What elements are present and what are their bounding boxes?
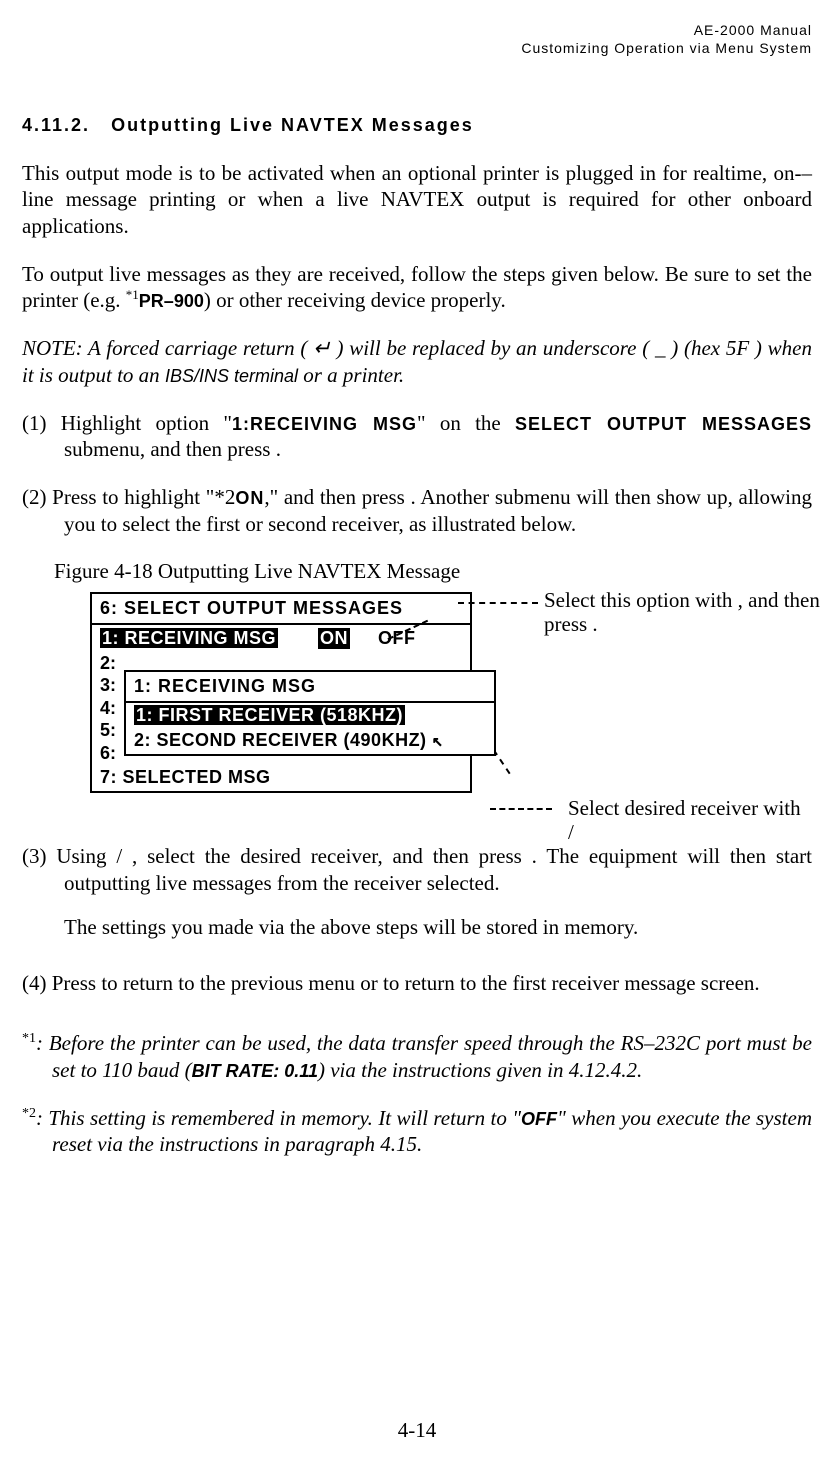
page-header: AE-2000 Manual Customizing Operation via… (22, 22, 812, 57)
cursor-arrow-icon: ↖ (432, 732, 443, 752)
callout-line-bot (490, 808, 552, 810)
menu1-selected-msg: 7: SELECTED MSG (92, 764, 470, 791)
step-4: (4) Press to return to the previous menu… (22, 970, 812, 996)
menu1-on-highlight: ON (318, 628, 350, 649)
section-number: 4.11.2. (22, 115, 90, 135)
section-heading: 4.11.2. Outputting Live NAVTEX Messages (22, 115, 812, 136)
menu2-option-first-receiver: 1: FIRST RECEIVER (518KHZ) (126, 703, 494, 728)
figure-4-18: 6: SELECT OUTPUT MESSAGES 1: RECEIVING M… (90, 592, 812, 794)
header-line-2: Customizing Operation via Menu System (22, 40, 812, 58)
figure-caption: Figure 4-18 Outputting Live NAVTEX Messa… (54, 559, 812, 584)
note-paragraph: NOTE: A forced carriage return ( ↵ ) wil… (22, 335, 812, 388)
callout-bottom: Select desired receiver with / (568, 796, 834, 844)
callout-line-top (458, 602, 538, 604)
step-2: (2) Press to highlight "*2ON," and then … (22, 484, 812, 537)
footnote-2: *2: This setting is remembered in memory… (22, 1105, 812, 1158)
section-title: Outputting Live NAVTEX Messages (111, 115, 474, 135)
paragraph-1: This output mode is to be activated when… (22, 160, 812, 239)
header-line-1: AE-2000 Manual (22, 22, 812, 40)
menu1-title: 6: SELECT OUTPUT MESSAGES (92, 594, 470, 625)
step-3-note: The settings you made via the above step… (22, 914, 812, 940)
footnote-1: *1: Before the printer can be used, the … (22, 1030, 812, 1083)
menu2-title: 1: RECEIVING MSG (126, 672, 494, 703)
callout-top: Select this option with , and then press… (544, 588, 824, 636)
menu1-label-highlight: 1: RECEIVING MSG (100, 628, 278, 648)
page-number: 4-14 (0, 1418, 834, 1443)
menu2-option-second-receiver: 2: SECOND RECEIVER (490KHZ) ↖ (126, 728, 494, 754)
paragraph-2: To output live messages as they are rece… (22, 261, 812, 314)
step-3: (3) Using / , select the desired receive… (22, 843, 812, 896)
submenu-receiving-msg: 1: RECEIVING MSG 1: FIRST RECEIVER (518K… (124, 670, 496, 756)
step-1: (1) Highlight option "1:RECEIVING MSG" o… (22, 410, 812, 463)
